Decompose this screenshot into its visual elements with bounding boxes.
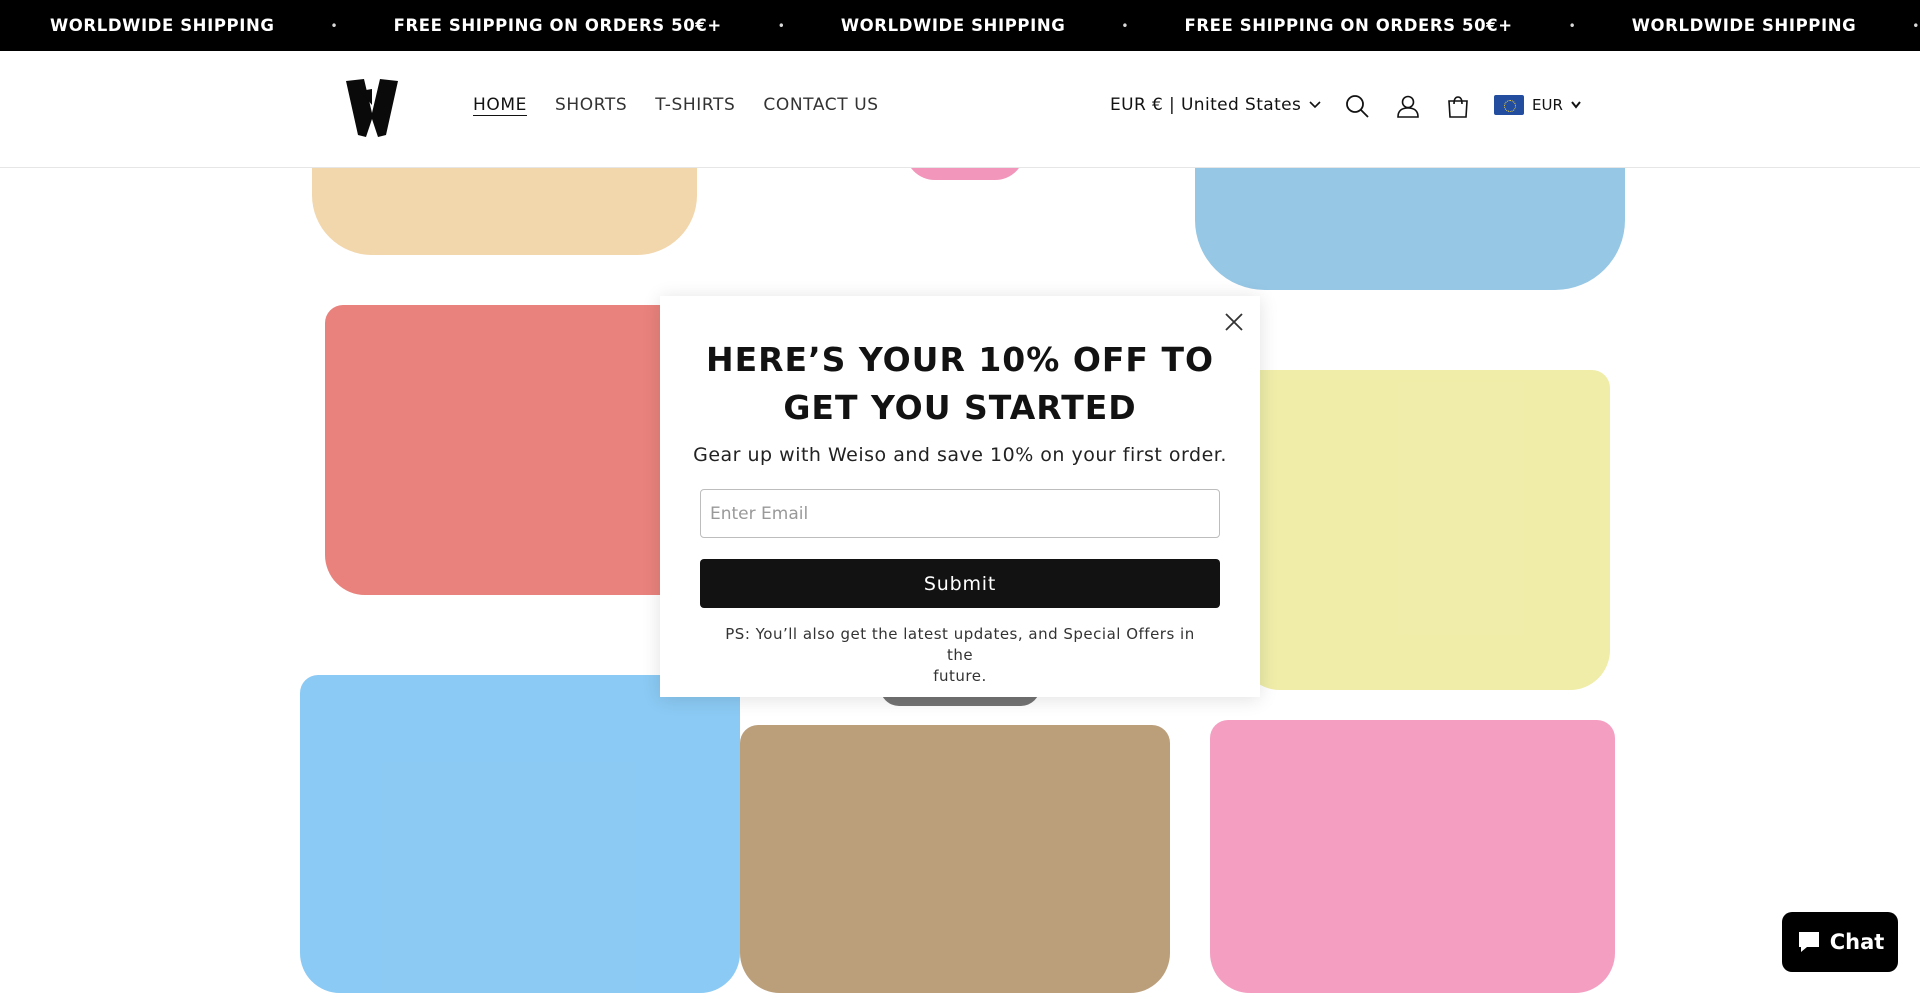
country-selector[interactable]: EUR € | United States (1110, 95, 1321, 115)
eu-flag-icon (1494, 95, 1524, 115)
popup-title: HERE’S YOUR 10% OFF TO GET YOU STARTED (660, 336, 1260, 432)
popup-disclaimer-line-2: future. (933, 667, 987, 685)
popup-title-line-1: HERE’S YOUR 10% OFF TO (705, 340, 1215, 379)
chevron-down-icon (1309, 101, 1321, 109)
search-icon[interactable] (1344, 93, 1370, 119)
site-header: HOME SHORTS T-SHIRTS CONTACT US EUR € | … (0, 51, 1920, 168)
popup-disclaimer: PS: You’ll also get the latest updates, … (710, 624, 1210, 687)
cart-icon[interactable] (1445, 93, 1471, 119)
nav-contact-us[interactable]: CONTACT US (763, 95, 878, 115)
nav-t-shirts[interactable]: T-SHIRTS (655, 95, 735, 115)
chat-button[interactable]: Chat (1782, 912, 1898, 972)
discount-popup: HERE’S YOUR 10% OFF TO GET YOU STARTED G… (660, 296, 1260, 697)
main-nav: HOME SHORTS T-SHIRTS CONTACT US (473, 95, 879, 115)
popup-title-line-2: GET YOU STARTED (783, 388, 1137, 427)
email-field[interactable] (700, 489, 1220, 538)
close-icon[interactable] (1220, 308, 1248, 336)
chat-bubble-icon (1798, 932, 1819, 952)
account-icon[interactable] (1395, 93, 1421, 119)
nav-home[interactable]: HOME (473, 95, 527, 115)
currency-selector[interactable]: EUR (1494, 95, 1581, 115)
currency-label: EUR (1532, 96, 1563, 114)
popup-disclaimer-line-1: PS: You’ll also get the latest updates, … (725, 625, 1195, 664)
weiso-logo[interactable] (342, 75, 402, 141)
submit-button[interactable]: Submit (700, 559, 1220, 608)
country-selector-label: EUR € | United States (1110, 95, 1302, 115)
popup-subtitle: Gear up with Weiso and save 10% on your … (693, 444, 1227, 466)
chat-label: Chat (1829, 930, 1885, 954)
chevron-down-icon (1571, 101, 1581, 109)
nav-shorts[interactable]: SHORTS (555, 95, 627, 115)
